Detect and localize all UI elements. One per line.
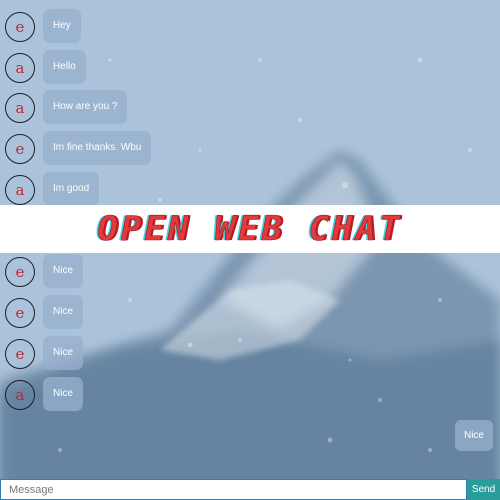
user-avatar[interactable]: a xyxy=(5,93,35,123)
message-bubble: Nice xyxy=(43,254,84,288)
user-avatar[interactable]: a xyxy=(5,175,35,205)
chat-screen: e Hey a Hello a How are you ? e Im fine … xyxy=(0,0,500,500)
message-bubble: Nice xyxy=(43,377,84,411)
user-avatar[interactable]: e xyxy=(5,257,35,287)
message-row: a Im good xyxy=(0,172,500,208)
user-avatar[interactable]: a xyxy=(5,380,35,410)
own-message-bubble: Nice xyxy=(454,420,493,451)
user-avatar[interactable]: e xyxy=(5,12,35,42)
message-composer: Send xyxy=(0,479,500,500)
app-title-banner: OPEN WEB CHAT xyxy=(0,205,500,253)
send-button[interactable]: Send xyxy=(467,479,500,500)
user-avatar[interactable]: e xyxy=(5,134,35,164)
message-row: a How are you ? xyxy=(0,90,500,126)
message-input[interactable] xyxy=(0,479,467,500)
message-bubble: Nice xyxy=(43,295,84,329)
user-avatar[interactable]: a xyxy=(5,53,35,83)
message-row: e Nice xyxy=(0,336,500,372)
message-bubble: Hello xyxy=(43,50,86,84)
user-avatar[interactable]: e xyxy=(5,298,35,328)
message-bubble: Im fine thanks. Wbu xyxy=(43,131,152,165)
message-row: e Nice xyxy=(0,254,500,290)
message-bubble: Hey xyxy=(43,9,81,43)
message-row: e Nice xyxy=(0,295,500,331)
user-avatar[interactable]: e xyxy=(5,339,35,369)
message-row: e Hey xyxy=(0,9,500,45)
message-bubble: How are you ? xyxy=(43,90,128,124)
app-title: OPEN WEB CHAT xyxy=(97,209,403,250)
message-row: a Hello xyxy=(0,50,500,86)
message-bubble: Im good xyxy=(43,172,100,206)
message-bubble: Nice xyxy=(43,336,84,370)
message-row: e Im fine thanks. Wbu xyxy=(0,131,500,167)
message-row: a Nice xyxy=(0,377,500,413)
